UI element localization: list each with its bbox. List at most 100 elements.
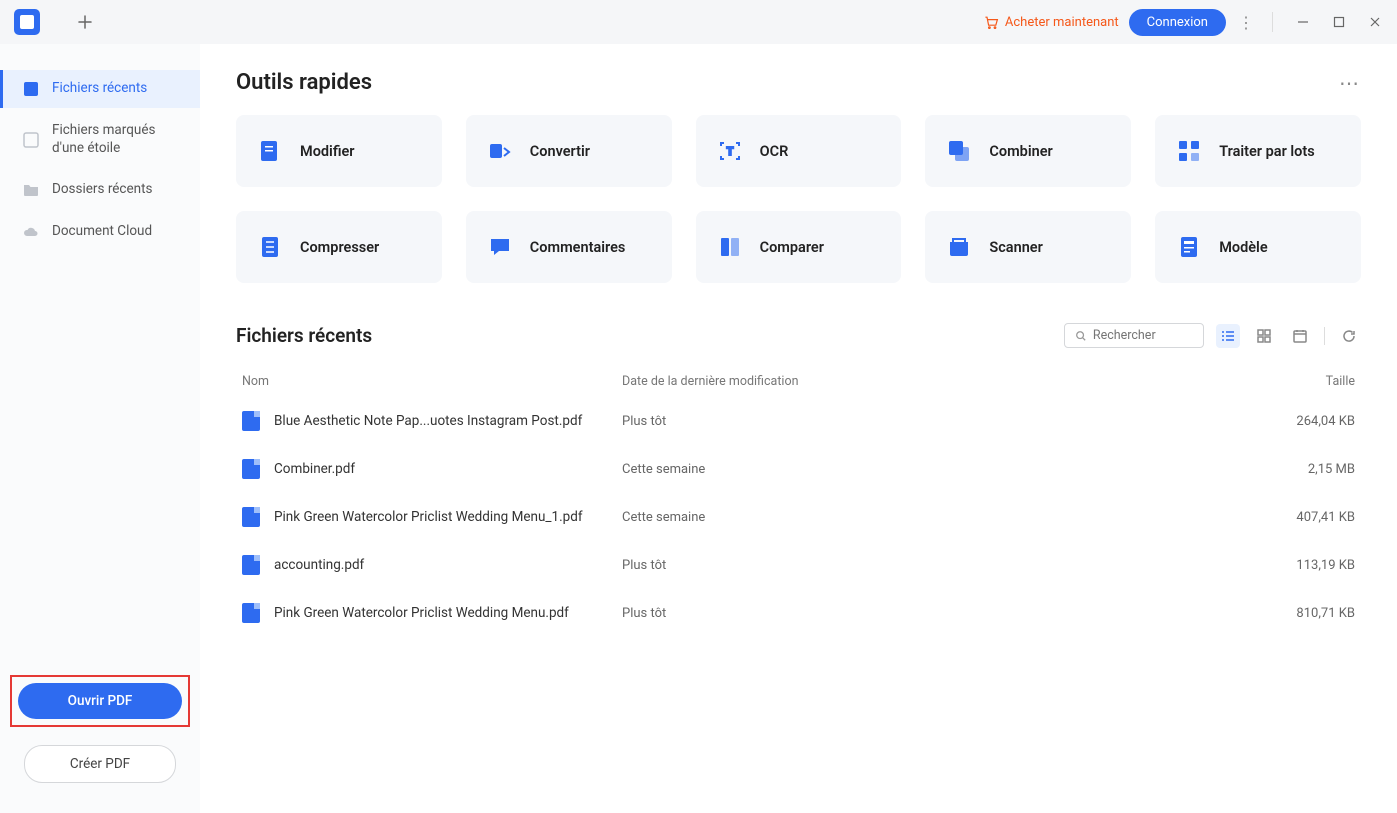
separator — [1272, 12, 1273, 32]
tool-label: Commentaires — [530, 239, 626, 256]
convert-icon — [486, 137, 514, 165]
file-date: Plus tôt — [622, 414, 1255, 429]
sidebar-item-label: Fichiers récents — [52, 80, 147, 98]
template-icon — [1175, 233, 1203, 261]
highlight-annotation: Ouvrir PDF — [10, 675, 190, 727]
tool-label: Convertir — [530, 143, 590, 160]
calendar-filter-button[interactable] — [1288, 324, 1312, 348]
file-date: Plus tôt — [622, 606, 1255, 621]
tool-label: Compresser — [300, 239, 379, 256]
file-size: 264,04 KB — [1255, 414, 1355, 429]
app-logo-tab[interactable] — [14, 9, 40, 35]
quick-tools-grid: Modifier Convertir T OCR Combiner Traite… — [236, 115, 1361, 283]
tool-label: Comparer — [760, 239, 824, 256]
sidebar: Fichiers récents Fichiers marqués d'une … — [0, 44, 200, 813]
table-row[interactable]: Pink Green Watercolor Priclist Wedding M… — [236, 493, 1361, 541]
tool-combiner[interactable]: Combiner — [925, 115, 1131, 187]
file-size: 810,71 KB — [1255, 606, 1355, 621]
login-button[interactable]: Connexion — [1129, 9, 1226, 36]
file-date: Cette semaine — [622, 510, 1255, 525]
sidebar-item-recent-folders[interactable]: Dossiers récents — [0, 171, 200, 209]
tool-modele[interactable]: Modèle — [1155, 211, 1361, 283]
pdf-file-icon — [242, 603, 260, 623]
pdf-file-icon — [242, 411, 260, 431]
search-input[interactable] — [1093, 328, 1193, 343]
pdf-file-icon — [242, 459, 260, 479]
recent-files-icon — [22, 80, 40, 98]
sidebar-bottom-actions: Ouvrir PDF Créer PDF — [0, 675, 200, 813]
open-pdf-button[interactable]: Ouvrir PDF — [18, 683, 182, 719]
titlebar-tabs — [8, 9, 98, 35]
star-icon — [22, 131, 40, 149]
sidebar-item-document-cloud[interactable]: Document Cloud — [0, 213, 200, 251]
more-menu-button[interactable]: ⋮ — [1236, 13, 1256, 32]
cart-icon — [983, 14, 999, 30]
file-size: 113,19 KB — [1255, 558, 1355, 573]
batch-icon — [1175, 137, 1203, 165]
compare-icon — [716, 233, 744, 261]
cloud-icon — [22, 223, 40, 241]
edit-icon — [256, 137, 284, 165]
titlebar-actions: Acheter maintenant Connexion ⋮ — [983, 8, 1389, 36]
refresh-button[interactable] — [1337, 324, 1361, 348]
column-header-size[interactable]: Taille — [1255, 374, 1355, 389]
sidebar-item-label: Document Cloud — [52, 223, 152, 241]
file-date: Plus tôt — [622, 558, 1255, 573]
new-tab-button[interactable] — [72, 9, 98, 35]
file-name: Combiner.pdf — [274, 461, 355, 477]
tool-label: Modèle — [1219, 239, 1267, 256]
tool-ocr[interactable]: T OCR — [696, 115, 902, 187]
minimize-button[interactable] — [1289, 8, 1317, 36]
buy-now-label: Acheter maintenant — [1005, 15, 1119, 30]
file-name: Pink Green Watercolor Priclist Wedding M… — [274, 509, 583, 525]
maximize-button[interactable] — [1325, 8, 1353, 36]
column-header-date[interactable]: Date de la dernière modification — [622, 374, 1255, 389]
recent-files-toolbar — [1064, 323, 1361, 348]
list-view-button[interactable] — [1216, 324, 1240, 348]
comment-icon — [486, 233, 514, 261]
tool-label: OCR — [760, 143, 789, 160]
quick-tools-more-button[interactable]: ⋯ — [1339, 71, 1361, 95]
tool-commentaires[interactable]: Commentaires — [466, 211, 672, 283]
table-row[interactable]: Combiner.pdf Cette semaine 2,15 MB — [236, 445, 1361, 493]
file-name: Blue Aesthetic Note Pap...uotes Instagra… — [274, 413, 582, 429]
titlebar: Acheter maintenant Connexion ⋮ — [0, 0, 1397, 44]
column-header-name[interactable]: Nom — [242, 374, 622, 389]
file-size: 2,15 MB — [1255, 462, 1355, 477]
tool-batch[interactable]: Traiter par lots — [1155, 115, 1361, 187]
table-header: Nom Date de la dernière modification Tai… — [236, 366, 1361, 397]
file-size: 407,41 KB — [1255, 510, 1355, 525]
compress-icon — [256, 233, 284, 261]
main-content: Outils rapides ⋯ Modifier Convertir T OC… — [200, 44, 1397, 813]
tool-comparer[interactable]: Comparer — [696, 211, 902, 283]
file-name: Pink Green Watercolor Priclist Wedding M… — [274, 605, 569, 621]
close-button[interactable] — [1361, 8, 1389, 36]
recent-files-title: Fichiers récents — [236, 324, 372, 347]
search-icon — [1075, 329, 1087, 343]
table-row[interactable]: Pink Green Watercolor Priclist Wedding M… — [236, 589, 1361, 637]
tool-modifier[interactable]: Modifier — [236, 115, 442, 187]
sidebar-item-label: Fichiers marqués d'une étoile — [52, 122, 186, 157]
quick-tools-header: Outils rapides ⋯ — [236, 70, 1361, 95]
scanner-icon — [945, 233, 973, 261]
sidebar-item-label: Dossiers récents — [52, 181, 153, 199]
pdf-file-icon — [242, 507, 260, 527]
ocr-icon: T — [716, 137, 744, 165]
tool-convertir[interactable]: Convertir — [466, 115, 672, 187]
file-date: Cette semaine — [622, 462, 1255, 477]
sidebar-item-starred[interactable]: Fichiers marqués d'une étoile — [0, 112, 200, 167]
sidebar-item-recent-files[interactable]: Fichiers récents — [0, 70, 200, 108]
search-box[interactable] — [1064, 323, 1204, 348]
create-pdf-button[interactable]: Créer PDF — [24, 745, 176, 783]
window-controls — [1289, 8, 1389, 36]
tool-label: Scanner — [989, 239, 1042, 256]
recent-files-table: Nom Date de la dernière modification Tai… — [236, 366, 1361, 637]
svg-text:T: T — [726, 145, 733, 158]
table-row[interactable]: Blue Aesthetic Note Pap...uotes Instagra… — [236, 397, 1361, 445]
tool-scanner[interactable]: Scanner — [925, 211, 1131, 283]
buy-now-link[interactable]: Acheter maintenant — [983, 14, 1119, 30]
tool-label: Traiter par lots — [1219, 143, 1315, 160]
table-row[interactable]: accounting.pdf Plus tôt 113,19 KB — [236, 541, 1361, 589]
tool-compresser[interactable]: Compresser — [236, 211, 442, 283]
grid-view-button[interactable] — [1252, 324, 1276, 348]
